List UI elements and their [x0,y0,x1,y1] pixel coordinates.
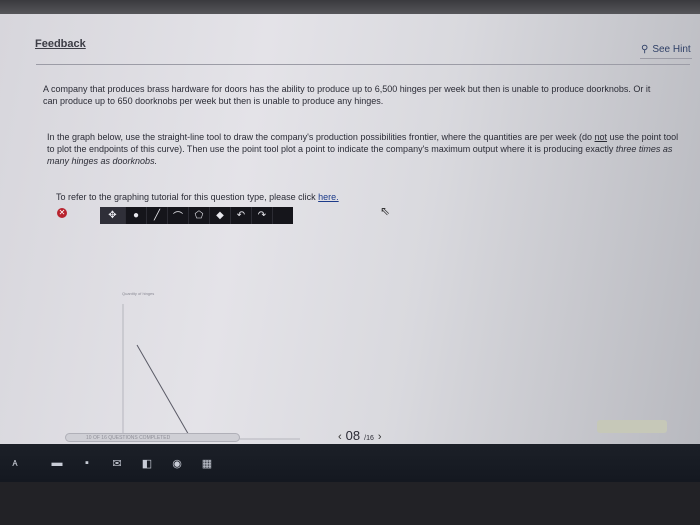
curve-tool-icon[interactable]: ⌒ [168,207,189,224]
tutorial-link[interactable]: here. [318,192,339,202]
mail-icon[interactable]: ✉ [102,452,132,474]
y-axis-label: Quantity of hinges [122,291,155,296]
continue-button[interactable] [597,420,667,433]
progress-bar: 10 OF 16 QUESTIONS COMPLETED [65,433,240,442]
question-pager: ‹ 08/16 › [338,428,382,443]
app-icon-1[interactable]: ▬ [42,452,72,474]
point-tool-icon[interactable]: ● [126,207,147,224]
instruction-text-1: In the graph below, use the straight-lin… [47,132,595,142]
total-questions: /16 [364,435,374,442]
see-hint-button[interactable]: ⚲ See Hint [641,44,691,55]
taskbar: ᴀ ▬ ▪ ✉ ◧ ◉ ▦ [0,444,700,482]
app-icon-4[interactable]: ◧ [132,452,162,474]
monitor-bezel-top [0,0,700,14]
start-button-icon[interactable]: ᴀ [0,452,30,474]
monitor-bezel-bottom [0,482,700,525]
see-hint-label: See Hint [652,44,691,55]
hint-divider [640,58,692,59]
browser-icon[interactable]: ◉ [162,452,192,474]
question-paragraph-2: In the graph below, use the straight-lin… [47,131,682,167]
graph-toolbar: ✥ ● ╱ ⌒ ⬠ ◆ ↶ ↷ [100,207,293,224]
redo-icon[interactable]: ↷ [252,207,273,224]
current-question: 08 [345,428,361,443]
graph-canvas[interactable] [115,299,305,444]
feedback-link[interactable]: Feedback [35,38,86,50]
next-arrow-icon[interactable]: › [378,431,382,443]
x-icon[interactable]: ✕ [57,208,67,218]
header-divider [36,64,690,65]
mouse-cursor-icon: ⇖ [380,204,391,218]
undo-icon[interactable]: ↶ [231,207,252,224]
app-icon-6[interactable]: ▦ [192,452,222,474]
polygon-tool-icon[interactable]: ⬠ [189,207,210,224]
line-tool-icon[interactable]: ╱ [147,207,168,224]
app-icon-2[interactable]: ▪ [72,452,102,474]
tutorial-text: To refer to the graphing tutorial for th… [56,192,319,202]
tag-tool-icon[interactable]: ◆ [210,207,231,224]
tutorial-line: To refer to the graphing tutorial for th… [56,192,339,202]
question-paragraph-1: A company that produces brass hardware f… [43,84,651,106]
pointer-tool-icon[interactable]: ✥ [100,207,126,224]
ppf-line [136,344,191,438]
lightbulb-icon: ⚲ [641,44,649,55]
prev-arrow-icon[interactable]: ‹ [338,431,342,443]
browser-screen: Feedback ⚲ See Hint A company that produ… [0,14,700,444]
instruction-not: not [594,132,608,142]
